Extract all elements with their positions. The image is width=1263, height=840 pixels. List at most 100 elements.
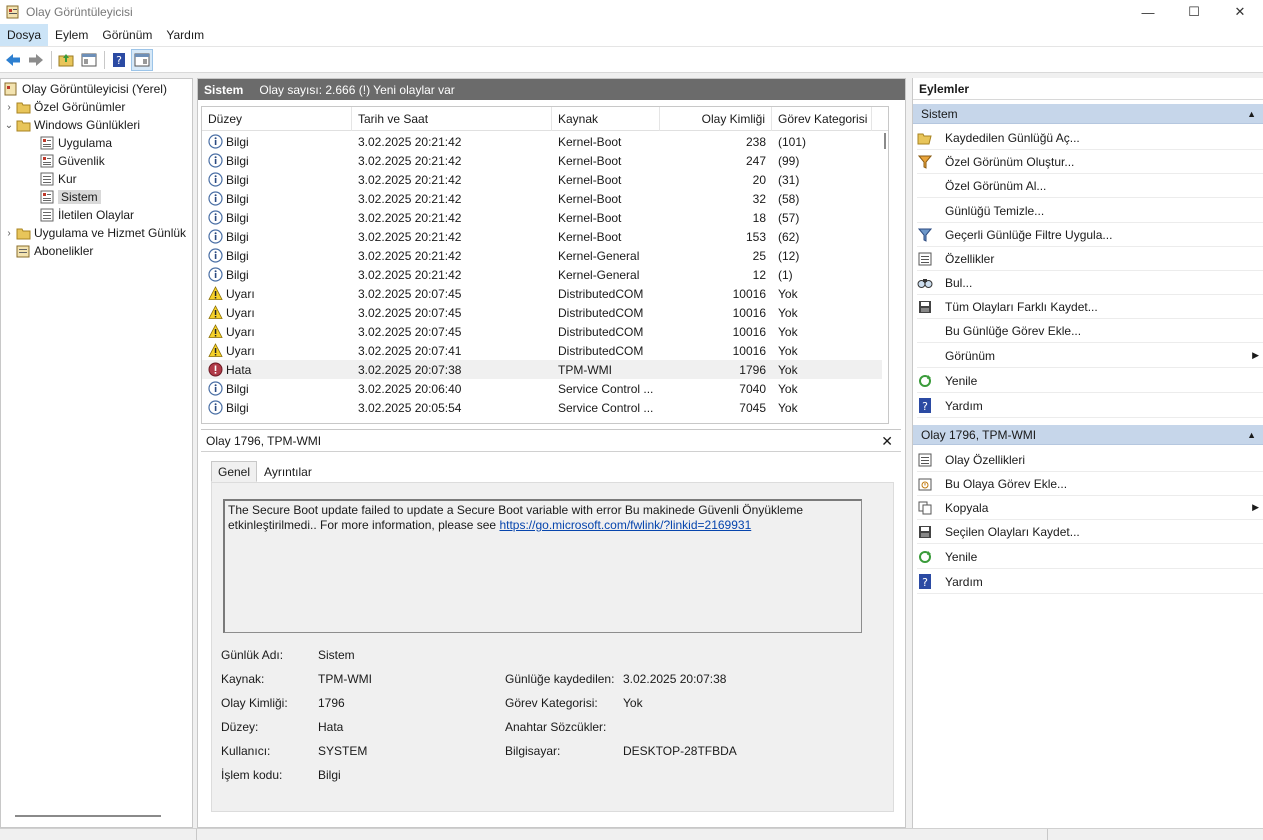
table-row[interactable]: Bilgi 3.02.2025 20:21:42 Kernel-Boot 247 (99… <box>202 151 882 170</box>
maximize-button[interactable]: ☐ <box>1171 0 1217 24</box>
action-label: Yardım <box>945 574 983 589</box>
center-pane: Sistem Olay sayısı: 2.666 (!) Yeni olayl… <box>197 78 906 828</box>
create-custom-view-icon <box>917 154 933 170</box>
table-row[interactable]: Uyarı 3.02.2025 20:07:45 DistributedCOM 100… <box>202 284 882 303</box>
cell-task-category: Yok <box>778 362 798 377</box>
column-header-task-category[interactable]: Görev Kategorisi <box>772 107 872 131</box>
toolbar: ? <box>0 46 1263 73</box>
action-find[interactable]: Bul... <box>917 271 1263 295</box>
chevron-right-icon[interactable]: › <box>3 228 15 239</box>
action-import-custom-view[interactable]: Özel Görünüm Al... <box>917 174 1263 198</box>
event-detail-pane: Olay 1796, TPM-WMI ✕ Genel Ayrıntılar Th… <box>201 429 901 819</box>
help-icon: ? <box>917 574 933 590</box>
table-row[interactable]: Bilgi 3.02.2025 20:21:42 Kernel-Boot 32 (58) <box>202 189 882 208</box>
action-help-event[interactable]: ? Yardım <box>917 570 1263 594</box>
column-header-source[interactable]: Kaynak <box>552 107 660 131</box>
chevron-right-icon[interactable]: › <box>3 102 15 113</box>
tree-horizontal-scrollbar[interactable] <box>15 815 161 817</box>
chevron-up-icon[interactable]: ▲ <box>1247 104 1256 124</box>
save-icon <box>917 299 933 315</box>
action-properties[interactable]: Özellikler <box>917 247 1263 271</box>
action-event-properties[interactable]: Olay Özellikleri <box>917 448 1263 472</box>
table-row[interactable]: Bilgi 3.02.2025 20:06:40 Service Control .… <box>202 379 882 398</box>
more-info-link[interactable]: https://go.microsoft.com/fwlink/?linkid=… <box>499 518 751 532</box>
column-header-date[interactable]: Tarih ve Saat <box>352 107 552 131</box>
action-help[interactable]: ? Yardım <box>917 394 1263 418</box>
table-row[interactable]: Bilgi 3.02.2025 20:21:42 Kernel-Boot 20 (31) <box>202 170 882 189</box>
table-row[interactable]: Bilgi 3.02.2025 20:21:42 Kernel-Boot 238 (10… <box>202 132 882 151</box>
tree-item-setup[interactable]: Kur <box>39 170 77 188</box>
action-copy-submenu[interactable]: Kopyala ▶ <box>917 496 1263 520</box>
tree-item-system[interactable]: Sistem <box>39 188 101 206</box>
tree-item-custom-views[interactable]: › Özel Görünümler <box>3 98 125 116</box>
cell-event-id: 32 <box>752 191 766 206</box>
warning-icon <box>208 305 223 320</box>
action-refresh-event[interactable]: Yenile <box>917 545 1263 569</box>
close-window-button[interactable]: ✕ <box>1217 0 1263 24</box>
menu-action[interactable]: Eylem <box>48 24 95 46</box>
table-row[interactable]: Bilgi 3.02.2025 20:21:42 Kernel-General 12 (… <box>202 265 882 284</box>
action-open-saved-log[interactable]: Kaydedilen Günlüğü Aç... <box>917 126 1263 150</box>
table-row[interactable]: Bilgi 3.02.2025 20:21:42 Kernel-General 25 (… <box>202 246 882 265</box>
up-folder-button[interactable] <box>55 49 77 71</box>
filter-icon <box>917 227 933 243</box>
action-save-all-events-as[interactable]: Tüm Olayları Farklı Kaydet... <box>917 295 1263 319</box>
tree-item-windows-logs[interactable]: ⌄ Windows Günlükleri <box>3 116 140 134</box>
back-button[interactable] <box>2 49 24 71</box>
cell-level: Uyarı <box>202 305 352 320</box>
actions-title: Eylemler <box>913 78 1263 100</box>
close-detail-button[interactable]: ✕ <box>881 430 893 452</box>
cell-task-category: (57) <box>778 210 800 225</box>
chevron-down-icon[interactable]: ⌄ <box>3 120 15 131</box>
tree-item-application[interactable]: Uygulama <box>39 134 112 152</box>
action-attach-task-to-event[interactable]: Bu Olaya Görev Ekle... <box>917 472 1263 496</box>
table-row[interactable]: Uyarı 3.02.2025 20:07:45 DistributedCOM 100… <box>202 303 882 322</box>
menu-view[interactable]: Görünüm <box>95 24 159 46</box>
tab-details[interactable]: Ayrıntılar <box>257 461 319 482</box>
action-filter-current-log[interactable]: Geçerli Günlüğe Filtre Uygula... <box>917 223 1263 247</box>
column-header-event-id[interactable]: Olay Kimliği <box>660 107 772 131</box>
action-view-submenu[interactable]: Görünüm ▶ <box>917 344 1263 368</box>
minimize-button[interactable]: — <box>1125 0 1171 24</box>
action-attach-task-to-log[interactable]: Bu Günlüğe Görev Ekle... <box>917 319 1263 343</box>
tree-item-security[interactable]: Güvenlik <box>39 152 105 170</box>
show-hide-tree-button[interactable] <box>78 49 100 71</box>
table-row[interactable]: Bilgi 3.02.2025 20:05:54 Service Control .… <box>202 398 882 417</box>
action-refresh[interactable]: Yenile <box>917 369 1263 393</box>
menu-file[interactable]: Dosya <box>0 24 49 46</box>
cell-date: 3.02.2025 20:05:54 <box>358 400 462 415</box>
menu-help[interactable]: Yardım <box>159 24 211 46</box>
actions-section-system[interactable]: Sistem ▲ <box>913 104 1263 124</box>
copy-icon <box>917 500 933 516</box>
tree-item-subscriptions[interactable]: Abonelikler <box>15 242 93 260</box>
column-header-level[interactable]: Düzey <box>202 107 352 131</box>
warning-icon <box>208 324 223 339</box>
cell-level: Bilgi <box>202 248 352 263</box>
actions-section-event[interactable]: Olay 1796, TPM-WMI ▲ <box>913 425 1263 445</box>
action-label: Özel Görünüm Oluştur... <box>945 154 1075 169</box>
action-pane-icon <box>134 53 150 66</box>
chevron-up-icon[interactable]: ▲ <box>1247 425 1256 445</box>
table-row[interactable]: Uyarı 3.02.2025 20:07:41 DistributedCOM 100… <box>202 341 882 360</box>
action-clear-log[interactable]: Günlüğü Temizle... <box>917 199 1263 223</box>
action-save-selected-events[interactable]: Seçilen Olayları Kaydet... <box>917 520 1263 544</box>
log-icon <box>39 135 55 151</box>
event-description[interactable]: The Secure Boot update failed to update … <box>223 499 862 633</box>
show-hide-action-pane-button[interactable] <box>131 48 153 71</box>
tree-item-app-services-logs[interactable]: › Uygulama ve Hizmet Günlük <box>3 224 186 242</box>
help-button[interactable]: ? <box>108 49 130 71</box>
tree-item-forwarded-events[interactable]: İletilen Olaylar <box>39 206 134 224</box>
table-row[interactable]: Bilgi 3.02.2025 20:21:42 Kernel-Boot 153 (62… <box>202 227 882 246</box>
grid-vertical-scrollbar[interactable] <box>884 133 886 149</box>
table-row[interactable]: Uyarı 3.02.2025 20:07:45 DistributedCOM 100… <box>202 322 882 341</box>
table-row[interactable]: Bilgi 3.02.2025 20:21:42 Kernel-Boot 18 (57) <box>202 208 882 227</box>
cell-source: TPM-WMI <box>558 362 612 377</box>
forward-button[interactable] <box>25 49 47 71</box>
window-title: Olay Görüntüleyicisi <box>26 5 133 19</box>
action-create-custom-view[interactable]: Özel Görünüm Oluştur... <box>917 150 1263 174</box>
tab-general[interactable]: Genel <box>211 461 258 482</box>
cell-task-category: Yok <box>778 343 798 358</box>
table-row[interactable]: Hata 3.02.2025 20:07:38 TPM-WMI 1796 Yok <box>202 360 882 379</box>
tree-item-root[interactable]: Olay Görüntüleyicisi (Yerel) <box>3 80 167 98</box>
cell-date: 3.02.2025 20:21:42 <box>358 134 462 149</box>
